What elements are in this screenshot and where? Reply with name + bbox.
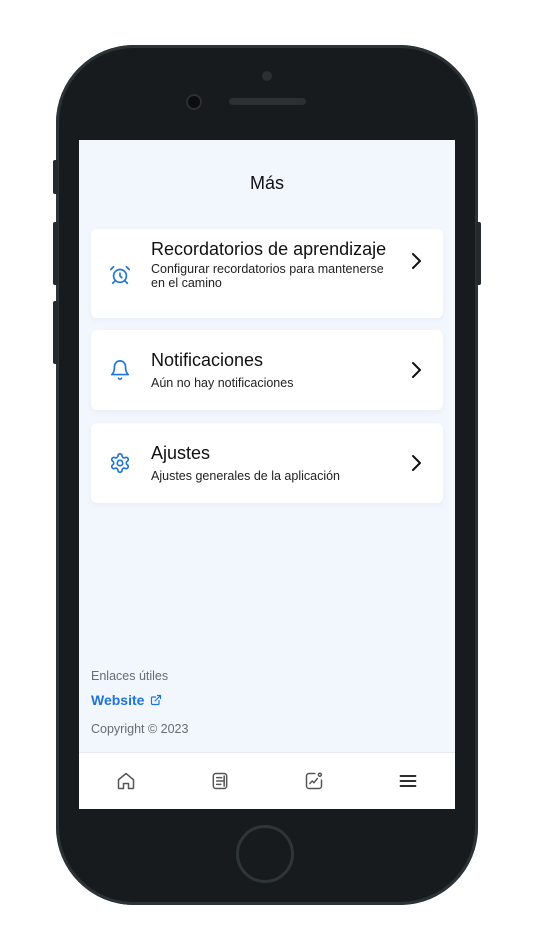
tab-documents[interactable]: [173, 753, 267, 809]
proximity-sensor: [262, 71, 272, 81]
volume-down-button: [53, 301, 58, 364]
home-icon: [117, 772, 135, 790]
tab-progress[interactable]: [267, 753, 361, 809]
bell-icon: [110, 360, 130, 380]
app-screen: Más Recordatorios de aprendizaje Configu…: [79, 140, 455, 809]
card-learning-reminders[interactable]: Recordatorios de aprendizaje Configurar …: [91, 229, 443, 318]
chevron-right-icon: [412, 362, 421, 378]
gear-icon: [110, 453, 130, 473]
chevron-right-icon: [412, 253, 421, 269]
tab-more[interactable]: [361, 753, 455, 809]
menu-icon: [399, 775, 417, 787]
alarm-clock-icon: [110, 265, 130, 285]
home-button[interactable]: [236, 825, 294, 883]
page-title: Más: [249, 173, 284, 193]
website-link[interactable]: Website: [91, 692, 162, 708]
copyright-text: Copyright © 2023: [91, 722, 189, 736]
tab-home[interactable]: [79, 753, 173, 809]
card-subtitle: Aún no hay notificaciones: [151, 376, 294, 390]
card-title: Notificaciones: [151, 350, 264, 370]
front-camera: [186, 94, 202, 110]
website-link-label: Website: [91, 692, 145, 708]
chart-icon: [305, 772, 323, 790]
card-subtitle: Ajustes generales de la aplicación: [151, 469, 341, 483]
chevron-right-icon: [412, 455, 421, 471]
useful-links-label: Enlaces útiles: [91, 669, 169, 683]
card-title: Recordatorios de aprendizaje: [151, 239, 387, 259]
bottom-tab-bar: [79, 752, 455, 809]
card-settings[interactable]: Ajustes Ajustes generales de la aplicaci…: [91, 423, 443, 503]
earpiece-speaker: [229, 98, 306, 105]
mute-switch: [53, 160, 58, 194]
card-subtitle: Configurar recordatorios para mantenerse…: [151, 262, 384, 290]
volume-up-button: [53, 222, 58, 285]
card-notifications[interactable]: Notificaciones Aún no hay notificaciones: [91, 330, 443, 410]
document-icon: [212, 772, 228, 790]
power-button: [476, 222, 481, 285]
external-link-icon: [151, 694, 162, 706]
card-title: Ajustes: [151, 443, 211, 463]
